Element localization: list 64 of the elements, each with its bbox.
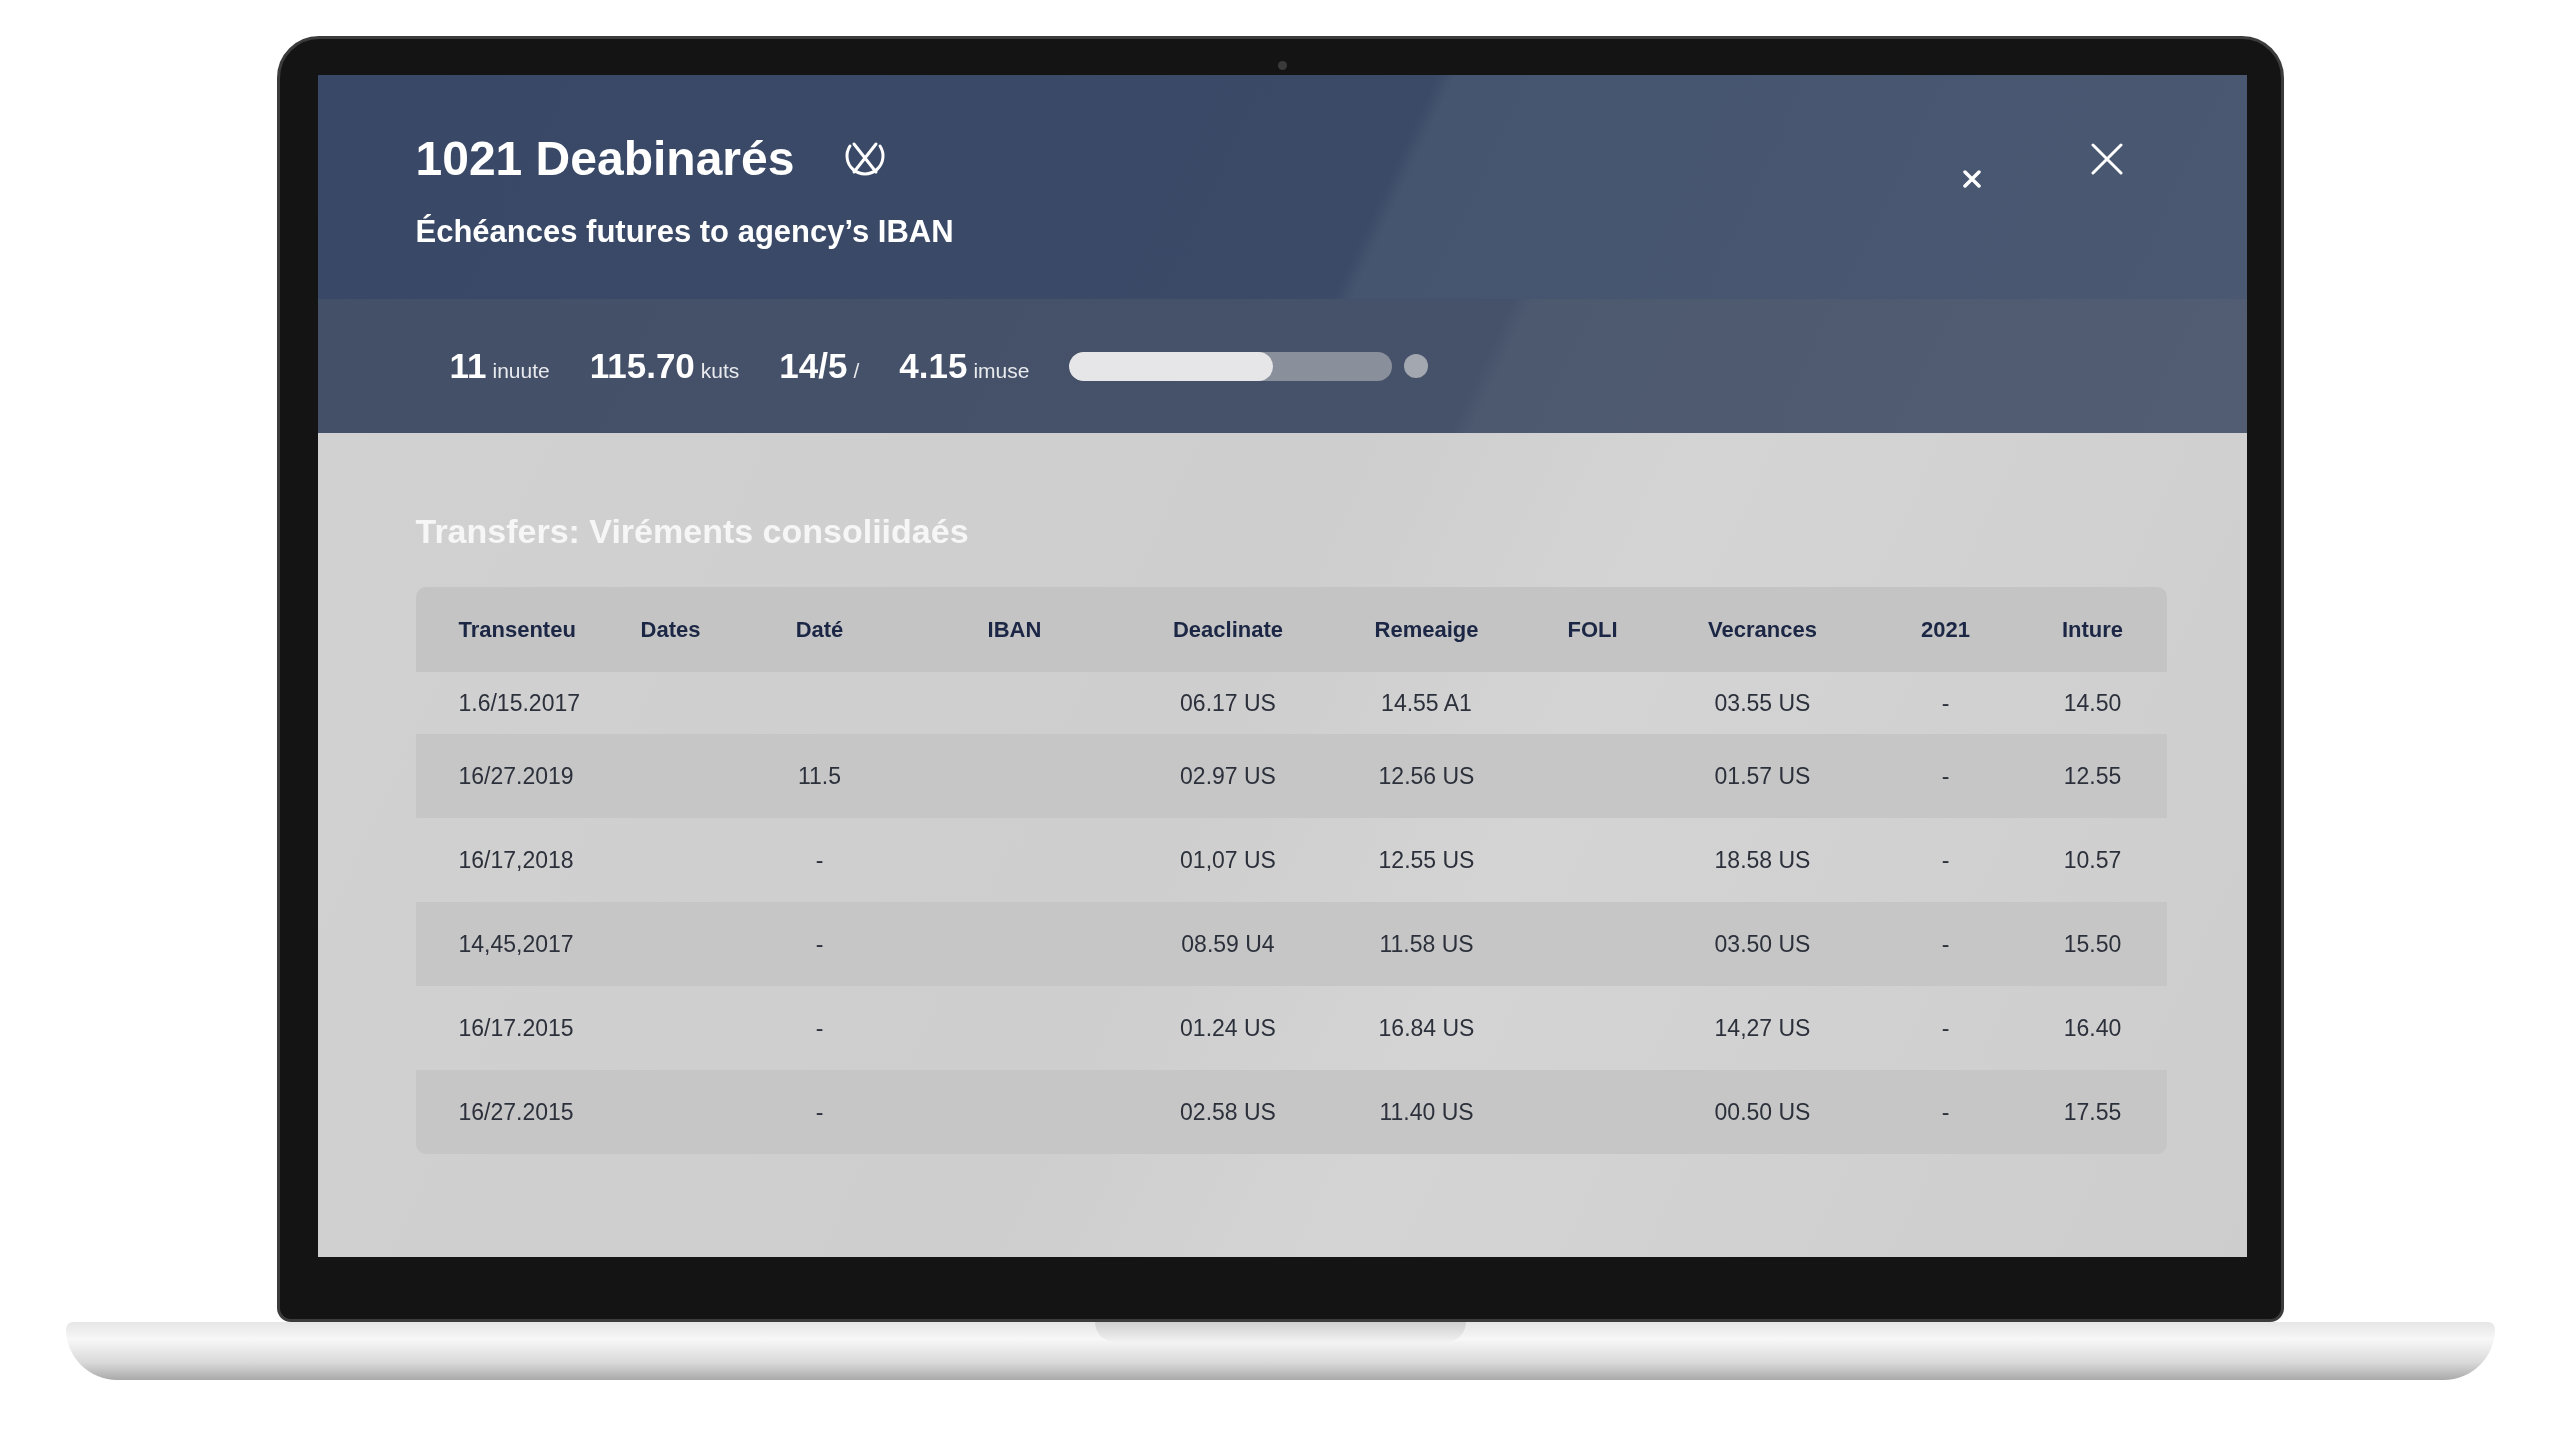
table-cell: - [1941, 846, 1950, 873]
table-cell: 10.57 [2063, 846, 2122, 873]
table-cell: 16.40 [2063, 1014, 2122, 1041]
column-header: IBAN [987, 617, 1042, 642]
table-cell: 01.57 US [1714, 762, 1811, 789]
table-cell: 00.50 US [1714, 1098, 1811, 1125]
table-cell: 02.58 US [1180, 1098, 1276, 1125]
table-cell: 17.55 [2063, 1098, 2122, 1125]
close-icon [2090, 143, 2123, 175]
table-cell: 08.59 U4 [1181, 930, 1275, 957]
column-header: Dates [640, 617, 701, 642]
window-subtitle: Échéances futures to agency’s IBAN [415, 214, 954, 249]
window-title: 1021 Deabinarés [415, 135, 795, 183]
stat-unit: kuts [700, 357, 740, 384]
table-cell: 14,45,2017 [458, 930, 574, 957]
column-header: 2021 [1921, 617, 1970, 642]
table-cell: 1.6/15.2017 [458, 689, 580, 716]
column-header: Remeaige [1374, 617, 1479, 642]
table-cell: 06.17 US [1180, 689, 1276, 716]
table-cell: 18.58 US [1714, 846, 1811, 873]
table-cell: 14,27 US [1714, 1014, 1811, 1041]
table-cell: 15.50 [2063, 930, 2122, 957]
column-header: Deaclinate [1172, 617, 1284, 642]
table-cell: - [1941, 1014, 1950, 1041]
table-cell: 03.50 US [1714, 930, 1811, 957]
table-cell: 11.40 US [1379, 1098, 1474, 1125]
table-cell: - [815, 1014, 824, 1041]
table-cell: 16.84 US [1378, 1014, 1475, 1041]
table-cell: 14.50 [2063, 689, 2122, 716]
table-cell: 03.55 US [1714, 689, 1811, 716]
column-header: FOLI [1567, 617, 1618, 642]
stat-unit: imuse [973, 357, 1030, 384]
stat-value: 14/5 [779, 344, 848, 387]
table-cell: 11.58 US [1379, 930, 1474, 957]
table-cell: 16/27.2019 [458, 762, 574, 789]
stat-value: 11 [449, 344, 487, 387]
table-cell: 12.55 [2063, 762, 2122, 789]
stat-unit: inuute [492, 357, 550, 384]
table-cell: - [1941, 930, 1950, 957]
column-header: Transenteu [458, 617, 576, 642]
column-header: Inture [2061, 617, 2124, 642]
table-cell: - [815, 930, 824, 957]
table-cell: 16/17,2018 [458, 846, 574, 873]
table-cell: 01,07 US [1180, 846, 1276, 873]
table-cell: - [1941, 689, 1950, 716]
table-cell: 14.55 A1 [1381, 689, 1472, 716]
stat-value: 4.15 [899, 344, 968, 387]
table-cell: 02.97 US [1180, 762, 1276, 789]
table-cell: - [1941, 762, 1950, 789]
table-cell: 12.56 US [1378, 762, 1475, 789]
table-cell: - [815, 1098, 824, 1125]
camera-lens-icon [1277, 61, 1287, 70]
stat-unit: / [853, 357, 860, 384]
table-cell: 16/17.2015 [458, 1014, 574, 1041]
table-cell: 01.24 US [1180, 1014, 1276, 1041]
column-header: Vecrances [1708, 617, 1817, 642]
stat-value: 115.70 [589, 344, 695, 387]
table-cell: 16/27.2015 [458, 1098, 574, 1125]
table-cell: - [1941, 1098, 1950, 1125]
cross-icon [1962, 170, 1981, 188]
table-cell: - [815, 846, 824, 873]
column-header: Daté [795, 617, 844, 642]
table-cell: 11.5 [797, 762, 842, 789]
table-cell: 12.55 US [1378, 846, 1475, 873]
